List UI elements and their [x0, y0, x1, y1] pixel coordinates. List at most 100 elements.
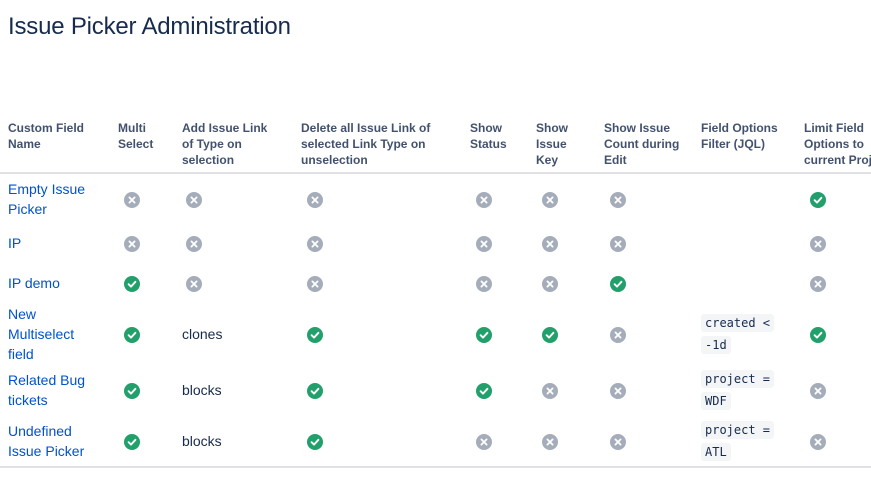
check-icon [476, 383, 492, 400]
show-issue-key-cell [528, 415, 596, 468]
delete-issue-link-cell [293, 173, 462, 223]
custom-field-link[interactable]: New Multiselect field [8, 304, 110, 364]
custom-field-link[interactable]: Empty Issue Picker [8, 179, 110, 219]
check-icon [307, 383, 323, 400]
header-delete-issue-link: Delete all Issue Link of selected Link T… [293, 115, 462, 174]
show-issue-key-cell [528, 365, 596, 415]
show-issue-count-cell [596, 263, 693, 303]
cross-icon [476, 236, 492, 253]
issue-picker-table: Custom Field Name Multi Select Add Issue… [0, 115, 871, 468]
field-options-filter-cell: project = ATL [693, 415, 796, 468]
multi-select-cell [110, 365, 174, 415]
table-row: IP [0, 223, 871, 263]
custom-field-link[interactable]: IP [8, 233, 110, 253]
show-issue-count-cell [596, 173, 693, 223]
delete-issue-link-cell [293, 303, 462, 365]
cross-icon [610, 327, 626, 344]
check-icon [307, 327, 323, 344]
custom-field-name-cell: Undefined Issue Picker [0, 415, 110, 468]
cross-icon [307, 276, 323, 293]
check-icon [610, 276, 626, 293]
table-row: Related Bug tickets blocks project = WDF [0, 365, 871, 415]
custom-field-name-cell: IP [0, 223, 110, 263]
cross-icon [810, 236, 826, 253]
header-multi-select: Multi Select [110, 115, 174, 174]
page-title: Issue Picker Administration [8, 13, 291, 40]
check-icon [810, 327, 826, 344]
cross-icon [610, 433, 626, 450]
limit-field-options-cell [796, 415, 871, 468]
custom-field-link[interactable]: IP demo [8, 273, 110, 293]
check-icon [307, 433, 323, 450]
cross-icon [610, 383, 626, 400]
add-issue-link-cell [174, 223, 293, 263]
show-issue-key-cell [528, 223, 596, 263]
add-issue-link-cell: clones [174, 303, 293, 365]
cross-icon [476, 191, 492, 208]
show-status-cell [462, 263, 528, 303]
cross-icon [542, 433, 558, 450]
show-status-cell [462, 173, 528, 223]
limit-field-options-cell [796, 303, 871, 365]
cross-icon [476, 276, 492, 293]
header-show-issue-count: Show Issue Count during Edit [596, 115, 693, 174]
check-icon [124, 433, 140, 450]
header-field-options-filter: Field Options Filter (JQL) [693, 115, 796, 174]
cross-icon [307, 236, 323, 253]
table-row: New Multiselect field clones created < -1d [0, 303, 871, 365]
table-row: Empty Issue Picker [0, 173, 871, 223]
custom-field-name-cell: Related Bug tickets [0, 365, 110, 415]
show-status-cell [462, 303, 528, 365]
show-issue-key-cell [528, 173, 596, 223]
add-issue-link-cell: blocks [174, 415, 293, 468]
field-options-filter-cell [693, 263, 796, 303]
jql-code: project = ATL [701, 420, 775, 461]
table-row: Undefined Issue Picker blocks project = AT… [0, 415, 871, 468]
show-issue-key-cell [528, 263, 596, 303]
jql-code: project = WDF [701, 370, 775, 410]
check-icon [476, 327, 492, 344]
limit-field-options-cell [796, 365, 871, 415]
custom-field-name-cell: IP demo [0, 263, 110, 303]
header-show-status: Show Status [462, 115, 528, 174]
check-icon [124, 276, 140, 293]
limit-field-options-cell [796, 263, 871, 303]
show-issue-key-cell [528, 303, 596, 365]
cross-icon [810, 276, 826, 293]
custom-field-name-cell: New Multiselect field [0, 303, 110, 365]
field-options-filter-cell: created < -1d [693, 303, 796, 365]
show-issue-count-cell [596, 223, 693, 263]
custom-field-link[interactable]: Related Bug tickets [8, 370, 110, 410]
multi-select-cell [110, 223, 174, 263]
field-options-filter-cell [693, 173, 796, 223]
cross-icon [186, 191, 202, 208]
cross-icon [610, 191, 626, 208]
table-header-row: Custom Field Name Multi Select Add Issue… [0, 115, 871, 174]
delete-issue-link-cell [293, 365, 462, 415]
field-options-filter-cell: project = WDF [693, 365, 796, 415]
cross-icon [124, 191, 140, 208]
header-custom-field-name: Custom Field Name [0, 115, 110, 174]
check-icon [810, 191, 826, 208]
show-status-cell [462, 223, 528, 263]
field-options-filter-cell [693, 223, 796, 263]
header-add-issue-link: Add Issue Link of Type on selection [174, 115, 293, 174]
link-type-text: clones [182, 326, 223, 342]
cross-icon [542, 383, 558, 400]
add-issue-link-cell: blocks [174, 365, 293, 415]
check-icon [542, 327, 558, 344]
header-limit-field-options: Limit Field Options to current Project [796, 115, 871, 174]
show-issue-count-cell [596, 415, 693, 468]
cross-icon [542, 276, 558, 293]
cross-icon [810, 433, 826, 450]
add-issue-link-cell [174, 173, 293, 223]
link-type-text: blocks [182, 382, 222, 398]
limit-field-options-cell [796, 173, 871, 223]
show-status-cell [462, 365, 528, 415]
check-icon [124, 383, 140, 400]
cross-icon [186, 236, 202, 253]
check-icon [124, 327, 140, 344]
custom-field-link[interactable]: Undefined Issue Picker [8, 421, 110, 461]
show-issue-count-cell [596, 365, 693, 415]
multi-select-cell [110, 263, 174, 303]
